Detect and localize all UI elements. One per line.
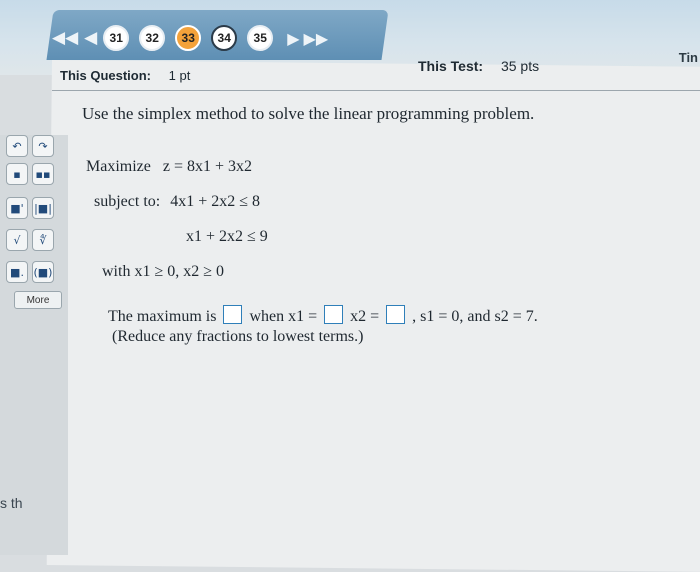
- timer-label: Tin: [678, 50, 698, 65]
- constraint-line-1: subject to: 4x1 + 2x2 ≤ 8: [94, 193, 260, 211]
- maximize-label: Maximize: [86, 158, 151, 175]
- decimal-icon[interactable]: ■.: [6, 261, 28, 283]
- page-33-current[interactable]: 33: [175, 25, 202, 51]
- absolute-value-icon[interactable]: |■|: [32, 197, 54, 219]
- instruction-text: Use the simplex method to solve the line…: [82, 104, 535, 123]
- nth-root-icon[interactable]: ∜: [32, 229, 54, 251]
- objective-function: z = 8x1 + 3x2: [162, 158, 253, 175]
- test-pts: 35 pts: [500, 58, 540, 74]
- mixed-fraction-icon[interactable]: ▪▪: [32, 163, 54, 185]
- page-35[interactable]: 35: [247, 25, 274, 51]
- last-question-icon[interactable]: ▶▶: [304, 29, 329, 48]
- math-toolbar: ↶ ↷ ▪ ▪▪ ■' |■| √ ∜ ■. (■) More: [0, 135, 68, 555]
- max-value-input[interactable]: [223, 305, 243, 324]
- first-question-icon[interactable]: ◀◀: [52, 28, 78, 48]
- page-31[interactable]: 31: [103, 25, 130, 51]
- question-points: This Question: 1 pt: [60, 68, 190, 83]
- x1-input[interactable]: [324, 305, 344, 324]
- answer-prefix: The maximum is: [108, 308, 217, 325]
- page-34[interactable]: 34: [211, 25, 238, 51]
- exponent-icon[interactable]: ■': [6, 197, 28, 219]
- next-question-icon[interactable]: ▶: [287, 29, 299, 48]
- nonnegativity-line: with x1 ≥ 0, x2 ≥ 0: [102, 263, 225, 280]
- redo-icon[interactable]: ↷: [32, 135, 54, 157]
- test-label: This Test:: [418, 58, 484, 74]
- question-label: This Question:: [60, 68, 151, 83]
- answer-tail: , s1 = 0, and s2 = 7.: [412, 308, 538, 325]
- fraction-note: (Reduce any fractions to lowest terms.): [112, 328, 364, 345]
- question-nav: ◀◀ ◀ 31 32 33 34 35 ▶ ▶▶: [52, 24, 328, 52]
- header-divider: [52, 90, 700, 91]
- answer-x2: x2 =: [350, 308, 380, 325]
- background-text: s th: [0, 495, 23, 511]
- objective-line: Maximize z = 8x1 + 3x2: [86, 158, 252, 176]
- page-32[interactable]: 32: [139, 25, 166, 51]
- question-pts: 1 pt: [168, 68, 191, 83]
- subject-to-label: subject to:: [94, 193, 161, 210]
- answer-when: when x1 =: [249, 308, 318, 325]
- more-button[interactable]: More: [14, 291, 62, 309]
- prev-question-icon[interactable]: ◀: [84, 28, 97, 48]
- parentheses-icon[interactable]: (■): [32, 261, 54, 283]
- constraint-1: 4x1 + 2x2 ≤ 8: [170, 193, 261, 210]
- undo-icon[interactable]: ↶: [6, 135, 28, 157]
- sqrt-icon[interactable]: √: [6, 229, 28, 251]
- answer-line: The maximum is when x1 = x2 = , s1 = 0, …: [108, 305, 538, 326]
- test-points: This Test: 35 pts: [418, 58, 539, 74]
- x2-input[interactable]: [386, 305, 406, 324]
- fraction-icon[interactable]: ▪: [6, 163, 28, 185]
- constraint-2: x1 + 2x2 ≤ 9: [186, 228, 268, 245]
